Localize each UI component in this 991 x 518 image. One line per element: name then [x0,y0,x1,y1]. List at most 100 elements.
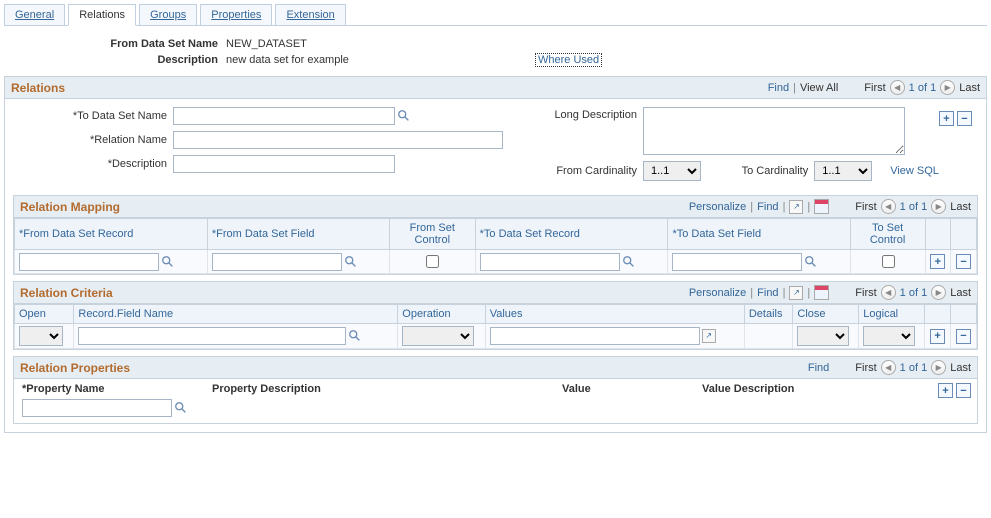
properties-delete-row-icon[interactable]: − [956,383,971,398]
tab-relations[interactable]: Relations [68,4,136,26]
properties-find-link[interactable]: Find [808,362,829,374]
lookup-icon[interactable] [344,255,358,269]
from-ds-label: From Data Set Name [4,38,226,50]
property-name-input[interactable] [22,399,172,417]
properties-add-row-icon[interactable]: + [938,383,953,398]
long-desc-input[interactable] [643,107,905,155]
to-card-label: To Cardinality [742,165,815,177]
mapping-from-fld-input[interactable] [212,253,342,271]
mapping-col-from-ctrl[interactable]: From Set Control [410,222,455,246]
mapping-title: Relation Mapping [20,200,120,214]
criteria-title: Relation Criteria [20,286,113,300]
tab-extension[interactable]: Extension [275,4,345,25]
criteria-col-open[interactable]: Open [19,308,46,320]
to-card-select[interactable]: 1..1 [814,161,872,181]
criteria-open-select[interactable] [19,326,63,346]
where-used-link[interactable]: Where Used [536,54,601,66]
criteria-values-input[interactable] [490,327,700,345]
mapping-col-to-rec[interactable]: *To Data Set Record [480,228,580,240]
criteria-col-details[interactable]: Details [749,308,783,320]
relations-find-link[interactable]: Find [768,82,789,94]
properties-row [14,399,977,423]
criteria-col-close[interactable]: Close [797,308,825,320]
mapping-zoom-icon[interactable] [789,200,803,214]
criteria-section: Relation Criteria Personalize | Find | |… [13,281,978,350]
rel-description-input[interactable] [173,155,395,173]
mapping-first: First [855,201,876,213]
properties-col-name: *Property Name [22,383,212,395]
mapping-col-from-fld[interactable]: *From Data Set Field [212,228,315,240]
from-card-label: From Cardinality [533,165,643,177]
criteria-add-row-icon[interactable]: + [930,329,945,344]
criteria-close-select[interactable] [797,326,849,346]
relations-add-row-icon[interactable]: + [939,111,954,126]
criteria-col-op[interactable]: Operation [402,308,450,320]
relations-delete-row-icon[interactable]: − [957,111,972,126]
mapping-col-to-fld[interactable]: *To Data Set Field [672,228,761,240]
criteria-op-select[interactable] [402,326,474,346]
criteria-download-icon[interactable] [814,285,829,300]
properties-next-icon[interactable]: ▶ [931,360,946,375]
criteria-next-icon[interactable]: ▶ [931,285,946,300]
lookup-icon[interactable] [804,255,818,269]
mapping-download-icon[interactable] [814,199,829,214]
properties-prev-icon[interactable]: ◀ [881,360,896,375]
criteria-personalize-link[interactable]: Personalize [689,287,746,299]
criteria-grid: Open Record.Field Name Operation Values … [14,304,977,349]
tab-general[interactable]: General [4,4,65,25]
properties-title: Relation Properties [20,361,130,375]
tab-properties[interactable]: Properties [200,4,272,25]
to-ds-label: *To Data Set Name [13,110,173,122]
relations-next-icon[interactable]: ▶ [940,80,955,95]
lookup-icon[interactable] [174,401,188,415]
mapping-prev-icon[interactable]: ◀ [881,199,896,214]
relations-first: First [864,82,885,94]
mapping-to-rec-input[interactable] [480,253,620,271]
criteria-count[interactable]: 1 of 1 [900,287,928,299]
properties-count[interactable]: 1 of 1 [900,362,928,374]
criteria-col-logical[interactable]: Logical [863,308,898,320]
relations-count[interactable]: 1 of 1 [909,82,937,94]
to-ds-lookup-icon[interactable] [397,109,411,123]
mapping-add-row-icon[interactable]: + [930,254,945,269]
view-sql-link[interactable]: View SQL [890,165,939,177]
properties-section: Relation Properties Find First ◀ 1 of 1 … [13,356,978,424]
mapping-delete-row-icon[interactable]: − [956,254,971,269]
mapping-col-to-ctrl[interactable]: To Set Control [870,222,905,246]
mapping-col-from-rec[interactable]: *From Data Set Record [19,228,133,240]
criteria-last: Last [950,287,971,299]
criteria-zoom-icon[interactable] [789,286,803,300]
criteria-values-expand-icon[interactable] [702,329,716,343]
lookup-icon[interactable] [161,255,175,269]
long-desc-label: Long Description [533,107,643,121]
mapping-personalize-link[interactable]: Personalize [689,201,746,213]
mapping-from-rec-input[interactable] [19,253,159,271]
mapping-find-link[interactable]: Find [757,201,778,213]
relation-name-input[interactable] [173,131,503,149]
relations-prev-icon[interactable]: ◀ [890,80,905,95]
criteria-col-values[interactable]: Values [490,308,523,320]
tab-groups[interactable]: Groups [139,4,197,25]
mapping-to-fld-input[interactable] [672,253,802,271]
criteria-recfld-input[interactable] [78,327,346,345]
mapping-count[interactable]: 1 of 1 [900,201,928,213]
mapping-row: + − [15,250,977,274]
lookup-icon[interactable] [348,329,362,343]
description-value: new data set for example [226,54,536,66]
to-ds-input[interactable] [173,107,395,125]
lookup-icon[interactable] [622,255,636,269]
mapping-section: Relation Mapping Personalize | Find | | … [13,195,978,275]
mapping-grid: *From Data Set Record *From Data Set Fie… [14,218,977,274]
mapping-from-ctrl-check[interactable] [426,255,439,268]
from-card-select[interactable]: 1..1 [643,161,701,181]
mapping-to-ctrl-check[interactable] [882,255,895,268]
criteria-prev-icon[interactable]: ◀ [881,285,896,300]
mapping-next-icon[interactable]: ▶ [931,199,946,214]
description-label: Description [4,54,226,66]
criteria-find-link[interactable]: Find [757,287,778,299]
rel-description-label: *Description [13,158,173,170]
criteria-delete-row-icon[interactable]: − [956,329,971,344]
criteria-col-recfld[interactable]: Record.Field Name [78,308,173,320]
criteria-logical-select[interactable] [863,326,915,346]
relations-last: Last [959,82,980,94]
